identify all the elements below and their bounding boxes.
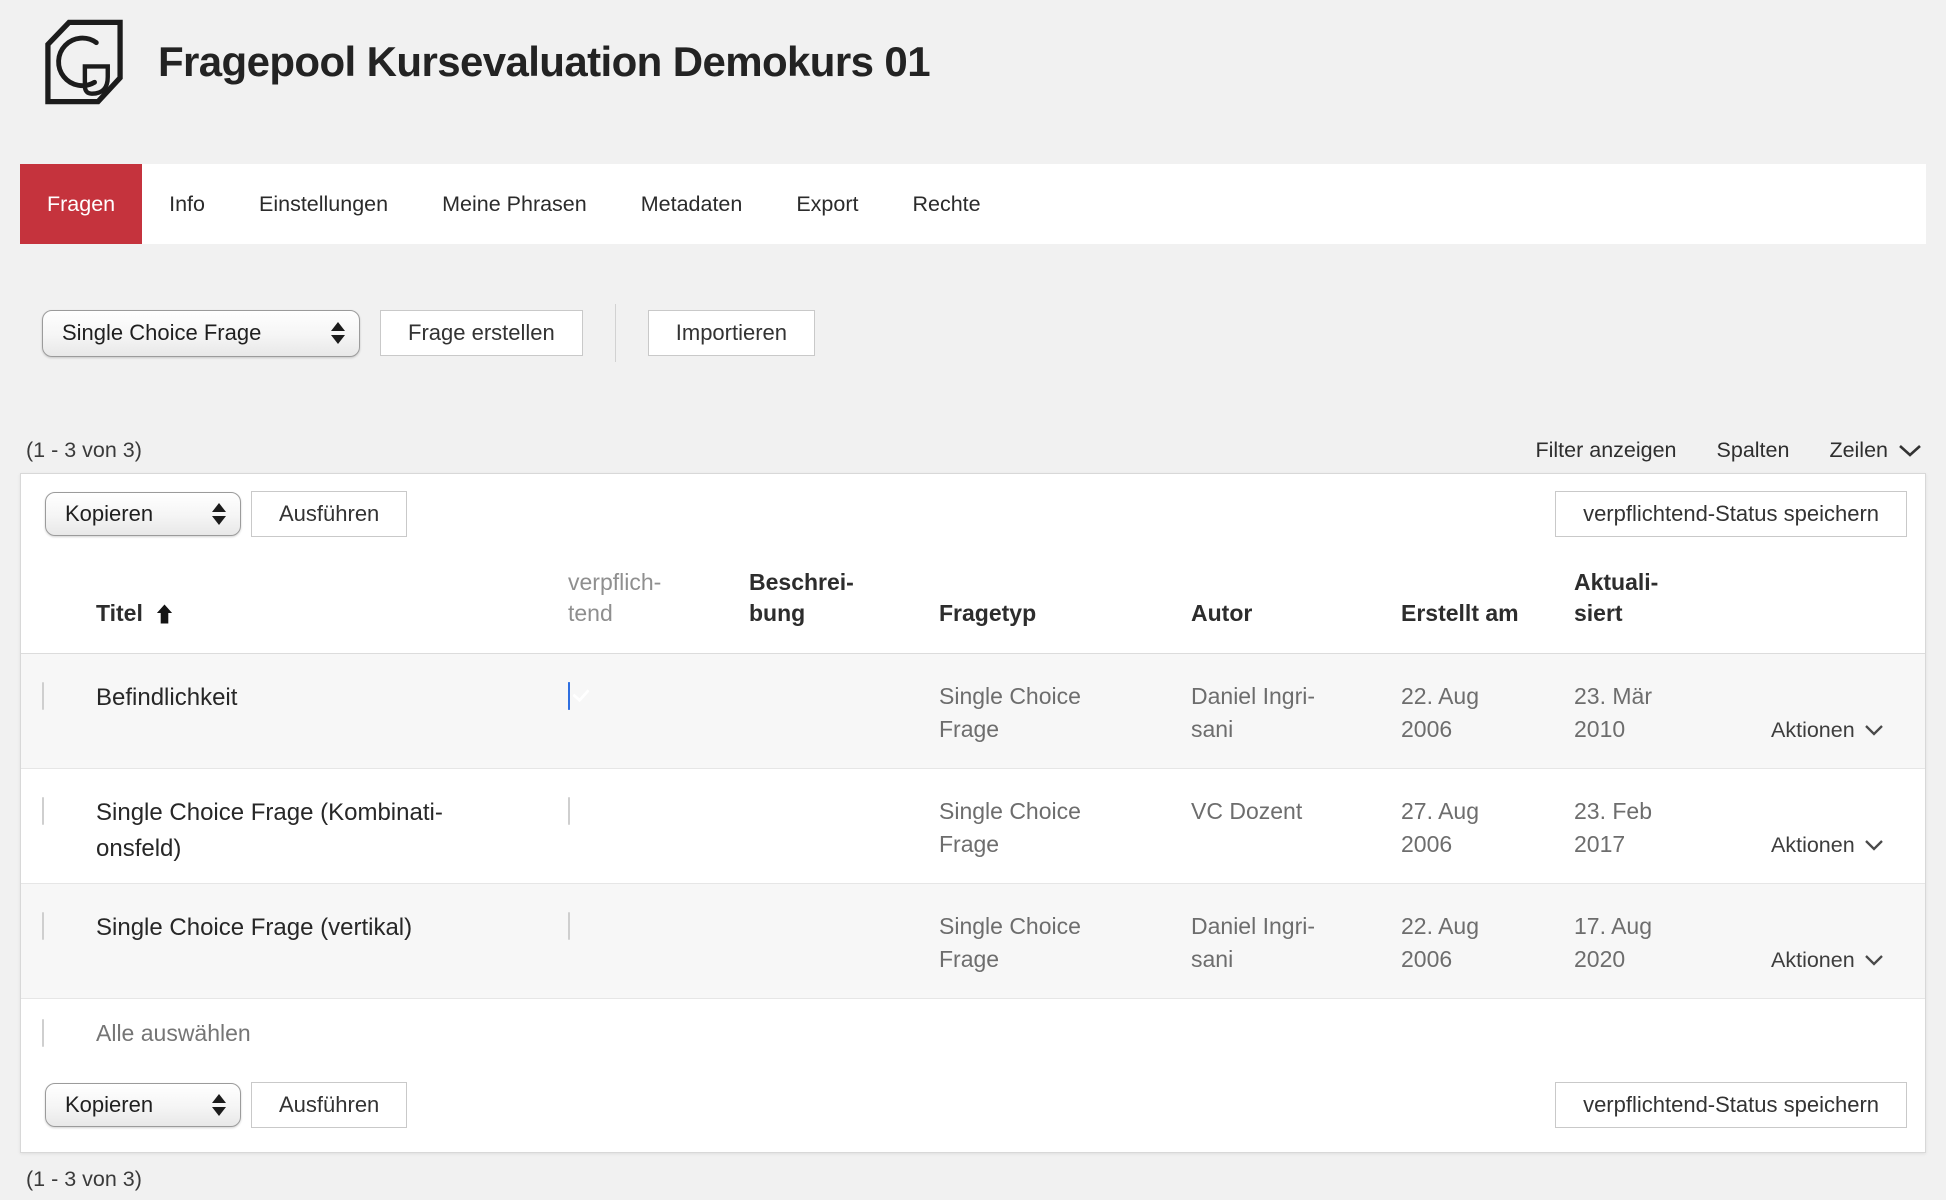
column-header-verpflichtend: verpflich- tend — [566, 567, 749, 629]
updated-cell: 17. Aug 2020 — [1574, 910, 1771, 975]
table-controls-top: Kopieren Ausführen verpflichtend-Status … — [21, 474, 1925, 537]
create-question-button[interactable]: Frage erstellen — [380, 310, 583, 356]
author-cell: VC Dozent — [1191, 795, 1401, 828]
save-mandatory-status-button-bottom[interactable]: verpflichtend-Status speichern — [1555, 1082, 1907, 1128]
question-title-link[interactable]: Single Choice Frage (Kombinati- onsfeld) — [96, 795, 566, 867]
question-title-link[interactable]: Single Choice Frage (vertikal) — [96, 910, 566, 946]
column-header-beschreibung[interactable]: Beschrei- bung — [749, 567, 939, 629]
table-row: Single Choice Frage (vertikal) Single Ch… — [21, 884, 1925, 999]
chevron-down-icon — [1898, 444, 1922, 457]
row-actions-dropdown[interactable]: Aktionen — [1771, 948, 1884, 973]
question-type-select-value: Single Choice Frage — [62, 320, 261, 346]
column-header-erstellt-am[interactable]: Erstellt am — [1401, 598, 1574, 629]
tab-einstellungen[interactable]: Einstellungen — [232, 164, 415, 244]
question-pool-icon — [40, 17, 128, 107]
table-header-row: Titel verpflich- tend Beschrei- bung Fra… — [21, 537, 1925, 654]
sort-asc-icon — [155, 603, 174, 625]
mandatory-checkbox[interactable] — [568, 682, 570, 710]
created-cell: 22. Aug 2006 — [1401, 910, 1574, 975]
author-cell: Daniel Ingri- sani — [1191, 680, 1401, 745]
tab-fragen[interactable]: Fragen — [20, 164, 142, 244]
column-header-aktualisiert[interactable]: Aktuali- siert — [1574, 567, 1771, 629]
toolbar-divider — [615, 304, 616, 362]
select-stepper-icon — [212, 1094, 226, 1116]
mandatory-checkbox[interactable] — [568, 797, 570, 825]
select-all-checkbox[interactable] — [42, 1019, 44, 1047]
select-stepper-icon — [212, 503, 226, 525]
created-cell: 22. Aug 2006 — [1401, 680, 1574, 745]
chevron-down-icon — [1864, 724, 1884, 736]
bulk-action-select-top[interactable]: Kopieren — [45, 492, 241, 536]
chevron-down-icon — [1864, 839, 1884, 851]
tab-rechte[interactable]: Rechte — [885, 164, 1007, 244]
row-actions-dropdown[interactable]: Aktionen — [1771, 718, 1884, 743]
column-header-fragetyp[interactable]: Fragetyp — [939, 598, 1191, 629]
author-cell: Daniel Ingri- sani — [1191, 910, 1401, 975]
list-meta-row: (1 - 3 von 3) Filter anzeigen Spalten Ze… — [26, 438, 1922, 463]
result-count-top: (1 - 3 von 3) — [26, 438, 142, 463]
tab-metadaten[interactable]: Metadaten — [614, 164, 770, 244]
show-filter-link[interactable]: Filter anzeigen — [1535, 438, 1676, 463]
table-row: Single Choice Frage (Kombinati- onsfeld)… — [21, 769, 1925, 884]
save-mandatory-status-button-top[interactable]: verpflichtend-Status speichern — [1555, 491, 1907, 537]
import-button[interactable]: Importieren — [648, 310, 815, 356]
row-select-checkbox[interactable] — [42, 912, 44, 940]
question-type-cell: Single Choice Frage — [939, 680, 1191, 745]
table-row: Befindlichkeit Single Choice Frage Danie… — [21, 654, 1925, 769]
tab-bar: Fragen Info Einstellungen Meine Phrasen … — [20, 164, 1926, 244]
select-all-label: Alle auswählen — [96, 1020, 566, 1047]
question-type-select[interactable]: Single Choice Frage — [42, 310, 360, 357]
page-title: Fragepool Kursevaluation Demokurs 01 — [158, 38, 930, 86]
question-title-link[interactable]: Befindlichkeit — [96, 680, 566, 716]
bulk-action-value: Kopieren — [65, 1092, 153, 1118]
rows-dropdown[interactable]: Zeilen — [1829, 438, 1922, 463]
question-toolbar: Single Choice Frage Frage erstellen Impo… — [42, 304, 1946, 362]
row-select-checkbox[interactable] — [42, 797, 44, 825]
tab-export[interactable]: Export — [769, 164, 885, 244]
tab-meine-phrasen[interactable]: Meine Phrasen — [415, 164, 614, 244]
column-header-autor[interactable]: Autor — [1191, 598, 1401, 629]
question-table: Kopieren Ausführen verpflichtend-Status … — [20, 473, 1926, 1153]
table-controls-bottom: Kopieren Ausführen verpflichtend-Status … — [21, 1070, 1925, 1152]
updated-cell: 23. Feb 2017 — [1574, 795, 1771, 860]
question-type-cell: Single Choice Frage — [939, 910, 1191, 975]
select-stepper-icon — [331, 322, 345, 344]
mandatory-checkbox[interactable] — [568, 912, 570, 940]
updated-cell: 23. Mär 2010 — [1574, 680, 1771, 745]
execute-button-top[interactable]: Ausführen — [251, 491, 407, 537]
bulk-action-select-bottom[interactable]: Kopieren — [45, 1083, 241, 1127]
row-actions-dropdown[interactable]: Aktionen — [1771, 833, 1884, 858]
chevron-down-icon — [1864, 954, 1884, 966]
page-header: Fragepool Kursevaluation Demokurs 01 — [0, 0, 1946, 108]
result-count-bottom: (1 - 3 von 3) — [26, 1167, 1946, 1192]
view-controls: Filter anzeigen Spalten Zeilen — [1535, 438, 1922, 463]
created-cell: 27. Aug 2006 — [1401, 795, 1574, 860]
select-all-row: Alle auswählen — [21, 999, 1925, 1070]
row-select-checkbox[interactable] — [42, 682, 44, 710]
question-type-cell: Single Choice Frage — [939, 795, 1191, 860]
bulk-action-value: Kopieren — [65, 501, 153, 527]
execute-button-bottom[interactable]: Ausführen — [251, 1082, 407, 1128]
tab-info[interactable]: Info — [142, 164, 232, 244]
columns-link[interactable]: Spalten — [1717, 438, 1790, 463]
column-header-titel[interactable]: Titel — [96, 598, 566, 629]
